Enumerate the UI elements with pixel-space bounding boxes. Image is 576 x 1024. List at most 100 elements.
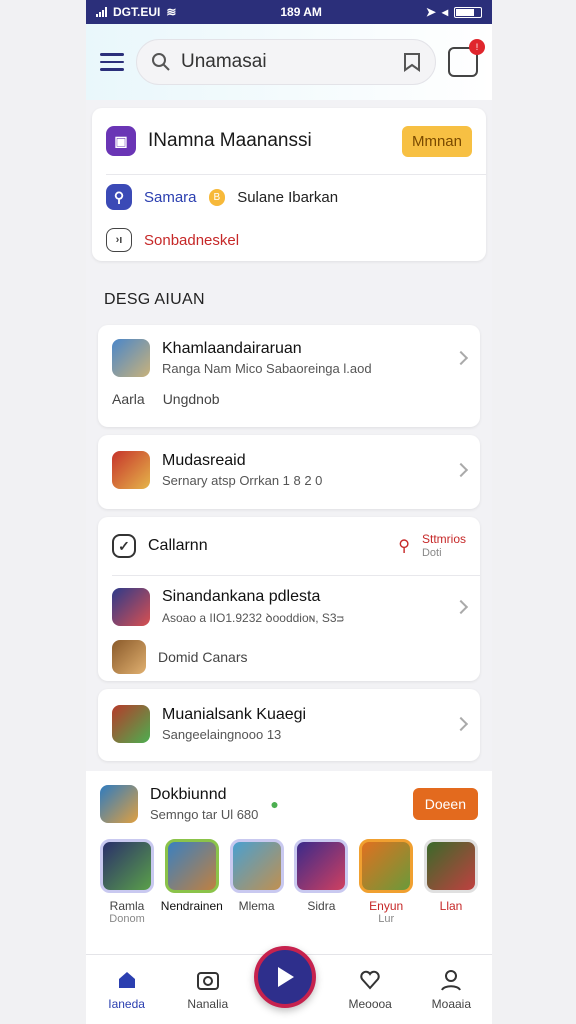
chevron-right-icon (453, 716, 469, 732)
play-button[interactable] (254, 946, 316, 1008)
location-icon: ➤ (425, 5, 436, 19)
list-card-3: ✓ Callarnn ⚲ Sttmrios Doti Sinandankana … (98, 517, 480, 681)
grid-label: Sidra (307, 899, 336, 913)
grid-label: Enyun (369, 899, 404, 913)
promo-title: Dokbiunnd (150, 786, 227, 803)
clock: 189 AM (280, 5, 322, 19)
app-icon (229, 839, 284, 893)
signal-icon (96, 7, 107, 17)
app-header: Unamasai ! (86, 24, 492, 100)
item-right-label: Sttmrios (421, 532, 466, 546)
grid-label: Mlema (238, 899, 275, 913)
account-action-button[interactable]: Mmnan (401, 125, 472, 157)
nav-fav-label: Meoooa (348, 996, 392, 1011)
item-title: Mudasreaid (162, 452, 246, 469)
promo-subtitle: Semngo tar Ul 680 (150, 807, 259, 822)
list-card-4[interactable]: Muanialsank Kuaegi Sangeelaingnooo 13 (98, 689, 480, 761)
app-icon (423, 839, 478, 893)
domid-row[interactable]: Domid Canars (98, 638, 480, 676)
section-heading: DESG AIUAN (104, 291, 205, 308)
status-bar: DGT.EUI ≋ 189 AM ➤ ◂ (86, 0, 492, 24)
nav-fav[interactable]: Meoooa (335, 969, 405, 1011)
item-title: Muanialsank Kuaegi (162, 706, 307, 723)
nav-media-label: Nanalia (187, 996, 229, 1011)
account-row-sonbad[interactable]: ›ı Sonbadneskel (92, 219, 486, 261)
item-right-sub: Doti (421, 547, 442, 559)
nav-media[interactable]: Nanalia (173, 969, 243, 1011)
app-icon (112, 588, 150, 626)
grid-item[interactable]: Sidra (294, 839, 349, 925)
app-icon (100, 785, 138, 823)
nav-profile[interactable]: Moaaia (416, 969, 486, 1011)
item-subtitle: Sernary atsp Orrkan 1 8 2 0 (162, 473, 323, 488)
item-subtitle: Sangeelaingnooo 13 (162, 727, 282, 742)
nav-home[interactable]: Ianeda (92, 969, 162, 1011)
chevron-right-icon (453, 599, 469, 615)
row-link[interactable]: Sonbadneskel (144, 232, 239, 249)
grid-sub: Donom (109, 913, 145, 925)
app-grid: Ramla Donom Nendrainen Mlema Sidra Enyun (86, 839, 492, 925)
item-subtitle: Asoao a IIO1.9232 ꝺooddioɴ, S3ᴝ (162, 611, 344, 625)
list-card-2[interactable]: Mudasreaid Sernary atsp Orrkan 1 8 2 0 (98, 435, 480, 509)
arrow-icon: ◂ (441, 5, 448, 19)
app-icon (164, 839, 219, 893)
grid-label: Ramla (109, 899, 145, 913)
item-title: Khamlaandairaruan (162, 340, 302, 357)
grid-sub: Lur (378, 913, 395, 925)
promo-action-button[interactable]: Doeen (412, 788, 478, 820)
app-icon (359, 839, 414, 893)
search-input[interactable]: Unamasai (181, 51, 393, 73)
grid-item[interactable]: Llan (423, 839, 478, 925)
callarnn-row[interactable]: ✓ Callarnn ⚲ Sttmrios Doti (98, 517, 480, 575)
account-card: ▣ INamna Maananssi Mmnan ⚲ Samara B Sula… (92, 108, 486, 261)
user-icon: ⚲ (106, 184, 132, 210)
app-icon (112, 339, 150, 377)
app-icon (294, 839, 349, 893)
search-bar[interactable]: Unamasai (136, 39, 436, 85)
menu-icon[interactable] (100, 53, 124, 71)
wallet-icon: ▣ (106, 126, 136, 156)
app-icon (112, 705, 150, 743)
wifi-icon: ≋ (166, 5, 177, 19)
checkbox-icon[interactable]: ✓ (112, 534, 136, 558)
account-row-samara[interactable]: ⚲ Samara B Sulane Ibarkan (92, 175, 486, 219)
sinandankana-row[interactable]: Sinandankana pdlesta Asoao a IIO1.9232 ꝺ… (98, 576, 480, 638)
item-title: Domid Canars (158, 649, 248, 665)
history-icon: ›ı (106, 228, 132, 252)
grid-label: Llan (439, 899, 463, 913)
chevron-right-icon (453, 462, 469, 478)
list-card-1[interactable]: Khamlaandairaruan Ranga Nam Mico Sabaore… (98, 325, 480, 427)
profile-icon (441, 969, 462, 991)
grid-label: Nendrainen (160, 899, 223, 913)
nav-home-label: Ianeda (108, 996, 145, 1011)
battery-icon (453, 6, 482, 18)
item-extra-left: Aarla (112, 391, 145, 407)
grid-item[interactable]: Ramla Donom (100, 839, 154, 925)
item-title: Sinandankana pdlesta (162, 588, 321, 605)
search-icon (152, 53, 170, 71)
grid-item[interactable]: Enyun Lur (359, 839, 414, 925)
bookmark-icon[interactable] (403, 52, 421, 72)
notification-badge: ! (469, 39, 485, 55)
home-icon (118, 971, 135, 988)
notification-icon[interactable]: ! (448, 39, 485, 77)
chevron-right-icon (453, 350, 469, 366)
play-icon (278, 967, 294, 987)
row-text: Sulane Ibarkan (237, 188, 339, 206)
app-icon (100, 839, 154, 893)
camera-icon (196, 971, 219, 990)
heart-icon (360, 970, 380, 990)
grid-item[interactable]: Mlema (229, 839, 284, 925)
grid-item[interactable]: Nendrainen (161, 839, 223, 925)
check-icon: ● (270, 796, 279, 812)
row-badge: B (208, 188, 226, 206)
item-subtitle: Ranga Nam Mico Sabaoreinga l.aod (162, 361, 372, 376)
row-label: Samara (144, 188, 197, 206)
app-icon (112, 451, 150, 489)
nav-profile-label: Moaaia (431, 996, 472, 1011)
carrier-text: DGT.EUI (113, 5, 161, 19)
item-extra-right: Ungdnob (162, 391, 220, 407)
app-icon (112, 640, 146, 674)
pin-icon: ⚲ (398, 538, 410, 555)
item-title: Callarnn (148, 537, 208, 554)
